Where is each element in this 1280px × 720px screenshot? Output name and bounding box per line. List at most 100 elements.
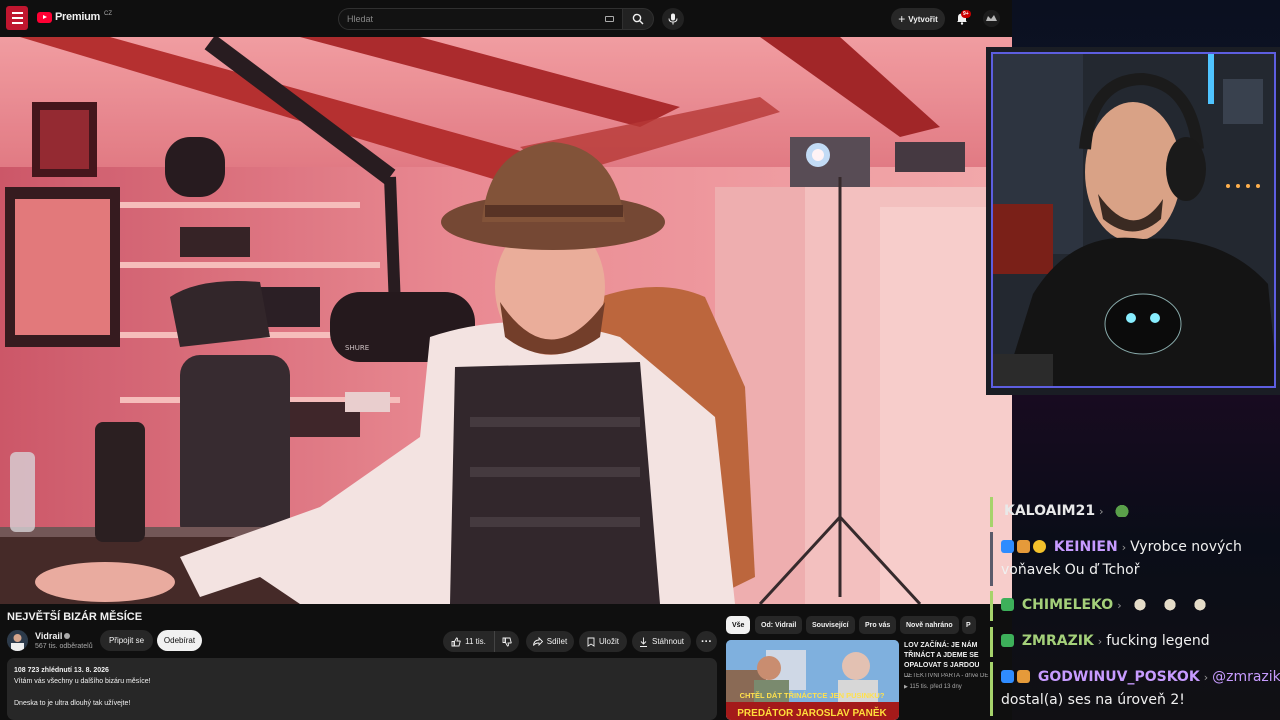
verified-icon <box>64 633 71 639</box>
video-player[interactable]: SHURE <box>0 37 1012 604</box>
chat-username[interactable]: KALOAIM21 <box>1004 503 1095 519</box>
download-label: Stáhnout <box>651 637 685 646</box>
chat-highlight-bar <box>990 662 993 716</box>
download-icon <box>639 637 647 647</box>
webcam-feed <box>991 52 1276 388</box>
recommended-thumbnail[interactable]: CHTĚL DÁT TŘINÁCTCE JEN PUSINKU? PREDÁTO… <box>726 640 899 720</box>
share-button[interactable]: Sdílet <box>526 631 574 652</box>
account-avatar[interactable] <box>983 10 1000 27</box>
channel-name-text: Vidrail <box>35 631 63 641</box>
logo-text: Premium <box>55 11 100 23</box>
thumbnail-text-2: PREDÁTOR JAROSLAV PANĚK <box>737 706 887 719</box>
youtube-window: Premium CZ Hledat + Vytvořit 9+ SHURE NE… <box>0 0 1012 720</box>
channel-avatar[interactable] <box>7 630 28 651</box>
voice-search-button[interactable] <box>662 8 684 30</box>
chevron-right-icon: › <box>1097 635 1103 648</box>
chat-message: KEINIEN › Vyrobce nových <box>1001 539 1242 555</box>
description-meta: 108 723 zhlédnutí 13. 8. 2026 <box>14 667 109 674</box>
like-button[interactable]: 11 tis. <box>443 631 495 652</box>
chevron-right-icon: › <box>1099 505 1104 518</box>
emote-icon <box>1131 597 1148 611</box>
chat-username[interactable]: KEINIEN <box>1054 539 1118 555</box>
chat-text: fucking legend <box>1106 633 1210 649</box>
youtube-logo[interactable]: Premium CZ <box>37 11 112 23</box>
sub-badge-icon <box>1001 598 1014 611</box>
channel-name[interactable]: Vidrail <box>35 631 71 641</box>
recommended-stats: ▶ 115 tis. před 13 dny <box>904 684 962 690</box>
chevron-right-icon: › <box>1117 599 1122 612</box>
like-icon <box>451 637 461 646</box>
save-button[interactable]: Uložit <box>579 631 627 652</box>
chat-message-continued: dostal(a) ses na úroveň 2! <box>1001 692 1185 708</box>
like-dislike-group: 11 tis. <box>443 631 519 652</box>
save-label: Uložit <box>598 637 619 646</box>
menu-icon[interactable] <box>6 6 28 30</box>
gem-badge-icon <box>1001 670 1014 683</box>
notification-count: 9+ <box>961 10 971 18</box>
keyboard-icon[interactable] <box>605 16 614 22</box>
emote-icon <box>1161 597 1178 611</box>
mic-icon <box>668 13 678 25</box>
chat-message: KALOAIM21 › <box>1004 503 1130 519</box>
more-icon: ··· <box>701 635 712 648</box>
more-actions-button[interactable]: ··· <box>696 631 717 652</box>
coin-badge-icon <box>1033 540 1046 553</box>
chip-all[interactable]: Vše <box>726 616 751 634</box>
description-line-1: Vítám vás všechny u dalšího bizáru měsíc… <box>14 678 151 685</box>
chip-recently-uploaded[interactable]: Nově nahráno <box>900 616 959 634</box>
like-count: 11 tis. <box>465 637 486 646</box>
chat-username[interactable]: GODWINUV_POSKOK <box>1038 669 1200 685</box>
chat-highlight-bar <box>990 497 993 527</box>
search-icon <box>632 13 644 25</box>
chat-message-continued: voňavek Ou ď Tchoř <box>1001 562 1140 578</box>
chat-highlight-bar <box>990 591 993 621</box>
subscribe-button[interactable]: Odebírat <box>157 630 202 651</box>
save-icon <box>587 637 595 647</box>
video-frame: SHURE <box>0 37 1012 604</box>
video-title: NEJVĚTŠÍ BIZÁR MĚSÍCE <box>7 611 143 623</box>
dislike-icon <box>502 637 512 646</box>
channel-avatar-image <box>7 630 28 651</box>
chip-related[interactable]: Související <box>806 616 855 634</box>
gift-badge-icon <box>1017 540 1030 553</box>
channel-subscribers: 567 tis. odběratelů <box>35 643 93 650</box>
description-box[interactable]: 108 723 zhlédnutí 13. 8. 2026 Vítám vás … <box>7 658 717 720</box>
sub-badge-icon <box>1001 634 1014 647</box>
join-button[interactable]: Připojit se <box>100 630 153 651</box>
avatar-image <box>983 10 1000 27</box>
chip-more[interactable]: P <box>962 616 976 634</box>
youtube-logo-icon <box>37 11 52 23</box>
chevron-right-icon: › <box>1203 671 1209 684</box>
thumbnail-text-1: CHTĚL DÁT TŘINÁCTCE JEN PUSINKU? <box>740 691 885 700</box>
search-button[interactable] <box>622 8 654 30</box>
create-button[interactable]: + Vytvořit <box>891 8 945 30</box>
screen: Premium CZ Hledat + Vytvořit 9+ SHURE NE… <box>0 0 1280 720</box>
subscribe-label: Odebírat <box>163 636 196 645</box>
chat-separator-bar <box>990 532 993 586</box>
chevron-right-icon: › <box>1121 541 1127 554</box>
description-line-2: Dneska to je ultra dlouhý tak užívejte! <box>14 700 131 707</box>
chat-highlight-bar <box>990 627 993 657</box>
dislike-button[interactable] <box>495 631 519 652</box>
masthead: Premium CZ Hledat + Vytvořit 9+ <box>0 0 1012 37</box>
chat-text: voňavek Ou ď Tchoř <box>1001 562 1140 578</box>
chat-text: @zmrazik <box>1212 669 1280 685</box>
recommended-channel[interactable]: DETEKTIVNÍ PARTA - dříve DETE <box>904 673 989 679</box>
gift-badge-icon <box>1017 670 1030 683</box>
chat-message: CHIMELEKO › <box>1001 597 1208 613</box>
thumbnail-image: CHTĚL DÁT TŘINÁCTCE JEN PUSINKU? PREDÁTO… <box>726 640 899 720</box>
join-label: Připojit se <box>108 636 145 645</box>
share-label: Sdílet <box>546 637 568 646</box>
gem-badge-icon <box>1001 540 1014 553</box>
logo-region: CZ <box>103 11 112 17</box>
chip-from-channel[interactable]: Od: Vidrail <box>755 616 803 634</box>
chip-for-you[interactable]: Pro vás <box>859 616 897 634</box>
chat-username[interactable]: ZMRAZIK <box>1022 633 1094 649</box>
plus-icon: + <box>898 12 906 26</box>
chat-username[interactable]: CHIMELEKO <box>1022 597 1113 613</box>
webcam-image <box>993 54 1274 386</box>
frog-emote-icon <box>1113 503 1130 517</box>
download-button[interactable]: Stáhnout <box>632 631 691 652</box>
search-input[interactable]: Hledat <box>338 8 622 30</box>
